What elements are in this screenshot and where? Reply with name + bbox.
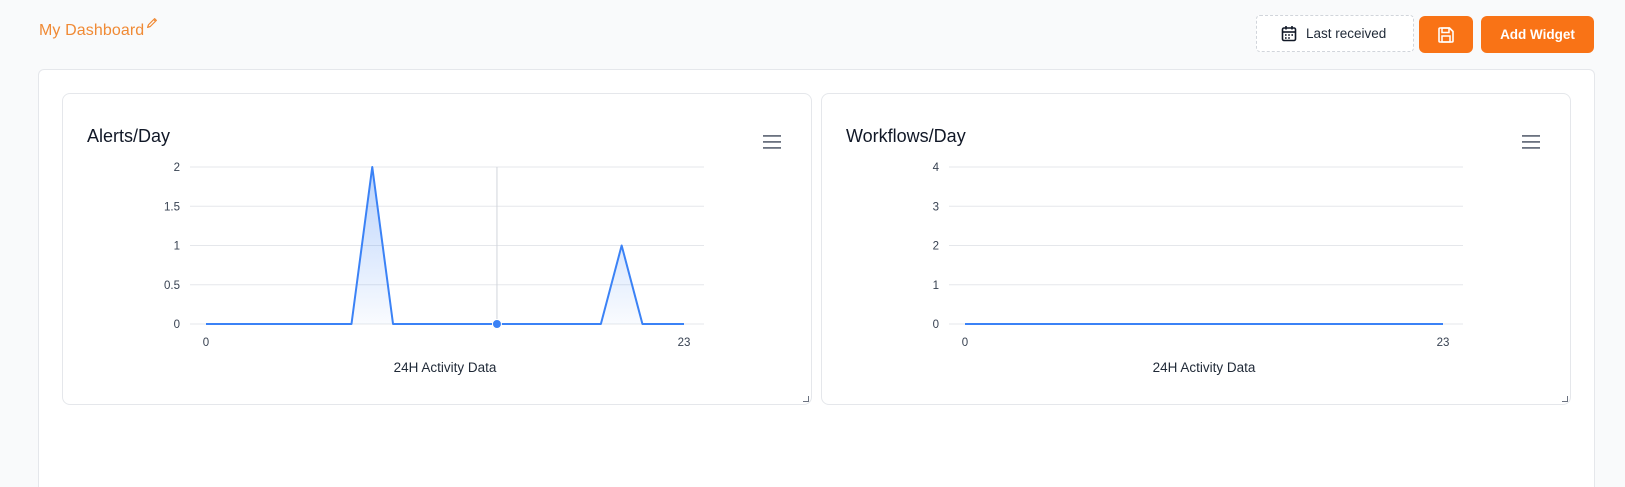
y-tick-label: 1 — [174, 241, 180, 253]
y-tick-label: 2 — [174, 162, 180, 174]
dashboard-header: My Dashboard Last received Add Widget — [0, 0, 1625, 70]
x-tick-label: 0 — [203, 337, 209, 349]
x-tick-label: 0 — [962, 337, 968, 349]
x-tick-label: 23 — [678, 337, 691, 349]
pencil-icon[interactable] — [145, 16, 159, 30]
y-tick-label: 3 — [933, 201, 939, 213]
floppy-disk-icon — [1438, 26, 1454, 43]
x-axis-label: 24H Activity Data — [394, 360, 497, 375]
workflows-chart: 012340 2324H Activity Data — [933, 162, 1463, 375]
x-axis-label: 24H Activity Data — [1153, 360, 1256, 375]
dashboard-title: My Dashboard — [39, 22, 145, 39]
date-range-button[interactable]: Last received — [1256, 15, 1414, 52]
data-point-marker — [491, 319, 502, 329]
widget-workflows-per-day[interactable]: Workflows/Day 0 1 2 3 4 0 23 24H Activity Data — [821, 93, 1571, 405]
y-tick-label: 1 — [933, 280, 939, 292]
resize-handle-icon[interactable] — [1562, 396, 1568, 402]
date-range-label: Last received — [1306, 26, 1387, 41]
save-button[interactable] — [1419, 16, 1473, 53]
y-tick-label: 1.5 — [164, 201, 180, 213]
alerts-chart: 0 0.5 1 1.5 2 0 23 24H Activity Data — [164, 162, 704, 375]
add-widget-button[interactable]: Add Widget — [1481, 16, 1594, 53]
calendar-icon — [1281, 26, 1297, 42]
y-tick-label: 4 — [933, 162, 940, 174]
widget-alerts-per-day[interactable]: Alerts/Day 0 0.5 1 1.5 2 0 23 24H Activity Data — [62, 93, 812, 405]
y-tick-label: 0.5 — [164, 280, 180, 292]
resize-handle-icon[interactable] — [803, 396, 809, 402]
y-tick-label: 2 — [933, 241, 939, 253]
y-tick-label: 0 — [174, 319, 180, 331]
title-wrap: My Dashboard — [39, 18, 159, 40]
y-tick-label: 0 — [933, 319, 939, 331]
x-tick-label: 23 — [1437, 337, 1450, 349]
